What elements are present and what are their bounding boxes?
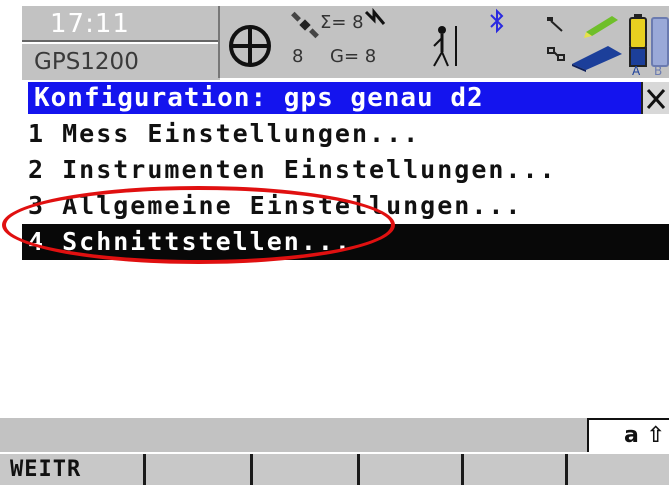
battery-icon: A B	[629, 14, 669, 76]
memory-card-icon	[584, 16, 618, 38]
input-bar: a ⇧	[0, 418, 669, 452]
fkey-6-button[interactable]	[568, 454, 669, 485]
bluetooth-icon	[490, 8, 504, 34]
close-icon	[646, 89, 666, 109]
position-crosshair-icon	[229, 25, 271, 67]
menu-item-allgemeine-einstellungen[interactable]: 3 Allgemeine Einstellungen...	[22, 188, 669, 224]
status-bar: 17:11 GPS1200 8 Σ= 8 G= 8 A B	[0, 0, 669, 82]
satellite-icon	[291, 11, 319, 39]
menu-item-mess-einstellungen[interactable]: 1 Mess Einstellungen...	[22, 116, 669, 152]
time-device-panel: 17:11 GPS1200	[22, 6, 220, 80]
input-mode-indicator: a ⇧	[587, 418, 669, 452]
link-icon	[547, 17, 563, 32]
window-title: Konfiguration: gps genau d2	[28, 82, 669, 114]
close-button[interactable]	[641, 82, 669, 114]
menu-item-schnittstellen[interactable]: 4 Schnittstellen...	[22, 224, 669, 260]
fkey-5-button[interactable]	[464, 454, 568, 485]
lightning-icon	[364, 8, 386, 25]
config-menu: 1 Mess Einstellungen... 2 Instrumenten E…	[22, 116, 669, 260]
satellite-count: 8	[292, 46, 304, 67]
svg-text:A: A	[632, 64, 641, 76]
fkey-3-button[interactable]	[253, 454, 360, 485]
fkey-4-button[interactable]	[360, 454, 464, 485]
sigma-count: Σ= 8	[320, 12, 364, 33]
glonass-count: G= 8	[330, 46, 377, 67]
title-text: Konfiguration: gps genau d2	[34, 83, 484, 113]
status-icon-bar: 8 Σ= 8 G= 8 A B	[218, 6, 669, 78]
interface-icon	[547, 47, 565, 61]
function-key-bar: WEITR	[0, 454, 669, 485]
clock: 17:11	[22, 6, 220, 42]
svg-text:B: B	[654, 64, 662, 76]
menu-item-instrumenten-einstellungen[interactable]: 2 Instrumenten Einstellungen...	[22, 152, 669, 188]
fkey-2-button[interactable]	[146, 454, 253, 485]
memory-device-icon	[572, 46, 622, 72]
rover-pole-icon	[433, 26, 457, 67]
fkey-weitr-button[interactable]: WEITR	[0, 454, 146, 485]
device-name: GPS1200	[22, 44, 220, 80]
